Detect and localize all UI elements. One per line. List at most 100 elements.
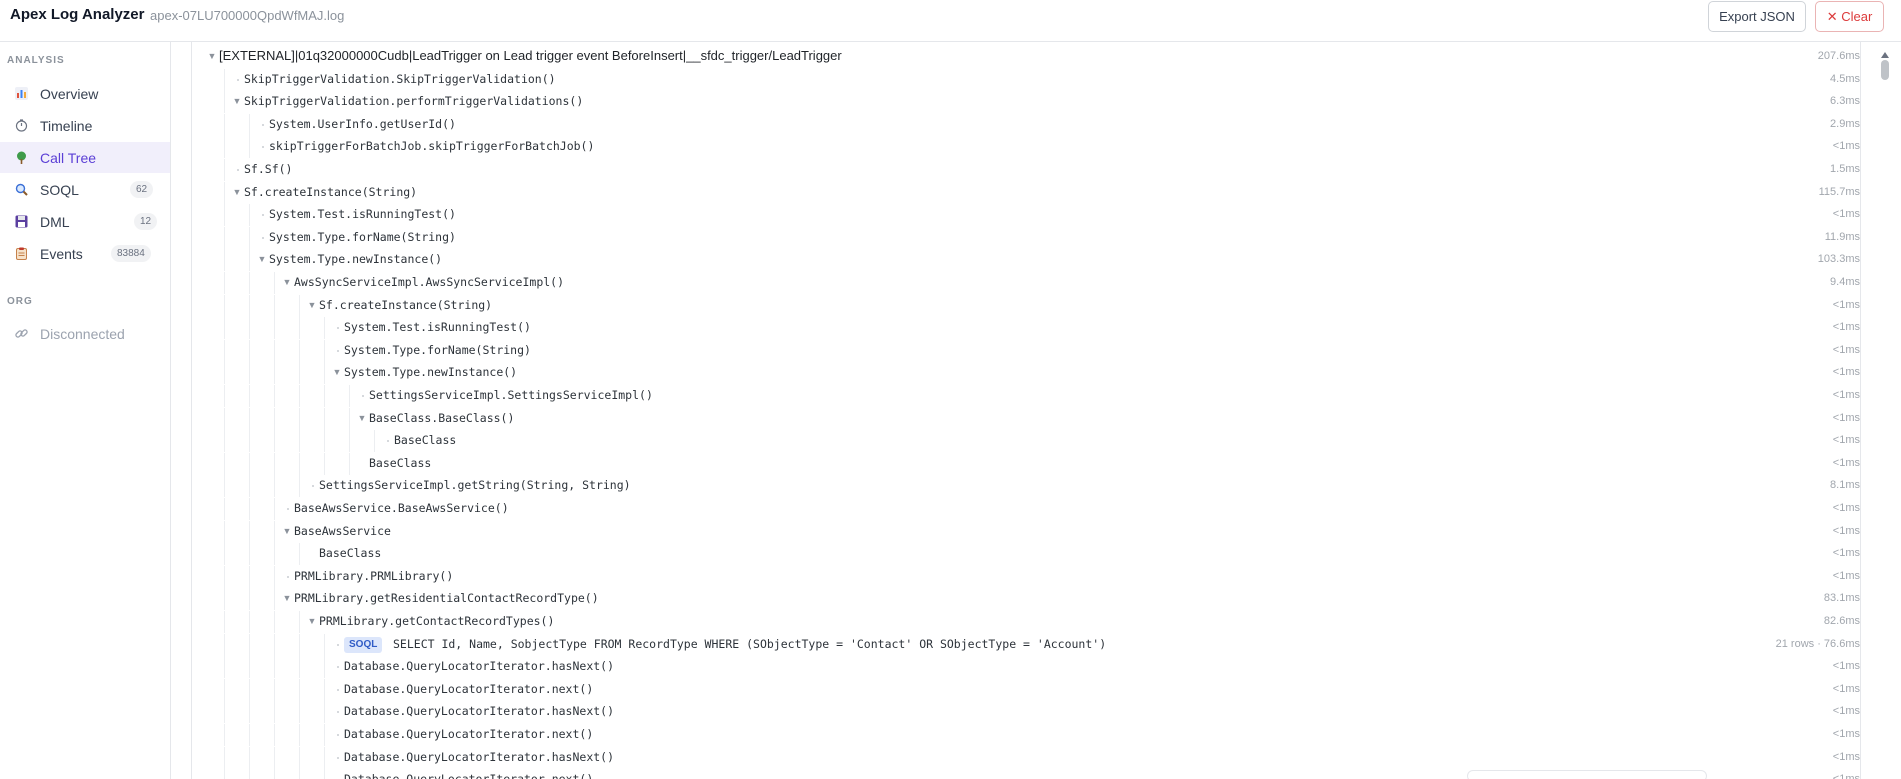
chevron-down-icon[interactable]: ▼ <box>356 412 368 424</box>
tree-row[interactable]: ▼ Sf.createInstance(String) <1ms <box>192 294 1860 317</box>
tree-row[interactable]: ▼ BaseAwsService <1ms <box>192 520 1860 543</box>
tree-row[interactable]: SettingsServiceImpl.SettingsServiceImpl(… <box>192 385 1860 407</box>
sidebar-item-timeline[interactable]: Timeline <box>0 110 170 141</box>
tree-row[interactable]: BaseClass <1ms <box>192 543 1860 566</box>
tree-guide-line <box>349 452 350 475</box>
tree-guide-line <box>324 430 325 453</box>
chevron-down-icon[interactable]: ▼ <box>231 95 243 107</box>
tree-row[interactable]: Database.QueryLocatorIterator.hasNext() <… <box>192 746 1860 769</box>
chevron-down-icon[interactable]: ▼ <box>281 525 293 537</box>
duration: 83.1ms <box>1823 592 1860 605</box>
sidebar-item-label: Call Tree <box>40 149 97 166</box>
tree-guide-line <box>299 746 300 769</box>
duration: <1ms <box>1832 389 1860 401</box>
tree-row[interactable]: ▼ System.Type.newInstance() <1ms <box>192 362 1860 385</box>
duration: 11.9ms <box>1824 230 1860 243</box>
tree-row[interactable]: ▼ AwsSyncServiceImpl.AwsSyncServiceImpl()… <box>192 272 1860 294</box>
tree-row[interactable]: System.Test.isRunningTest() <1ms <box>192 204 1860 227</box>
tree-row[interactable]: Sf.Sf() 1.5ms <box>192 159 1860 181</box>
duration: 82.6ms <box>1823 615 1860 627</box>
tree-row[interactable]: SkipTriggerValidation.SkipTriggerValidat… <box>192 68 1860 91</box>
tree-row[interactable]: Database.QueryLocatorIterator.hasNext() <… <box>192 656 1860 679</box>
sidebar-item-overview[interactable]: Overview <box>0 78 170 109</box>
chevron-down-icon[interactable]: ▼ <box>281 592 293 604</box>
tree-guide-line <box>224 294 225 317</box>
chevron-down-icon[interactable]: ▼ <box>231 186 243 198</box>
tree-row[interactable]: ▼ [EXTERNAL]|01q32000000Cudb|LeadTrigger … <box>192 46 1860 68</box>
sidebar-item-dml[interactable]: DML 12 <box>0 206 170 237</box>
tree-guide-line <box>224 407 225 430</box>
tree-guide-line <box>224 565 225 588</box>
tree-row[interactable]: ▼ SkipTriggerValidation.performTriggerVal… <box>192 91 1860 114</box>
tree-row[interactable]: System.UserInfo.getUserId() 2.9ms <box>192 113 1860 136</box>
duration: <1ms <box>1832 140 1860 153</box>
tree-guide-line <box>224 724 225 746</box>
tree-row[interactable]: System.Type.forName(String) <1ms <box>192 339 1860 362</box>
tree-guide-line <box>224 226 225 249</box>
scrollbar-thumb[interactable] <box>1881 60 1889 80</box>
tree-guide-line <box>249 317 250 340</box>
tree-guide-line <box>324 701 325 724</box>
tree-guide-line <box>249 656 250 679</box>
tree-guide-line <box>299 385 300 407</box>
clear-button[interactable]: ✕ Clear <box>1815 1 1884 32</box>
export-json-button[interactable]: Export JSON <box>1708 1 1806 32</box>
link-icon <box>14 327 28 341</box>
tree-row[interactable]: BaseClass <1ms <box>192 430 1860 453</box>
tree-row[interactable]: System.Test.isRunningTest() <1ms <box>192 317 1860 340</box>
tree-row[interactable]: SettingsServiceImpl.getString(String, St… <box>192 475 1860 498</box>
tree-row[interactable]: BaseClass <1ms <box>192 452 1860 475</box>
tree-icon <box>14 151 28 165</box>
chevron-down-icon[interactable]: ▼ <box>256 253 268 265</box>
duration: <1ms <box>1832 728 1860 740</box>
tree-row[interactable]: ▼ System.Type.newInstance() 103.3ms <box>192 249 1860 272</box>
sidebar-item-events[interactable]: Events 83884 <box>0 238 170 269</box>
leaf-dot-icon <box>362 395 364 397</box>
sidebar-item-label: Timeline <box>40 117 93 134</box>
scroll-up-arrow[interactable] <box>1880 46 1890 58</box>
tree-row[interactable]: BaseAwsService.BaseAwsService() <1ms <box>192 498 1860 520</box>
chevron-down-icon[interactable]: ▼ <box>281 276 293 288</box>
tree-guide-line <box>274 385 275 407</box>
chevron-down-icon[interactable]: ▼ <box>306 615 318 627</box>
tree-guide-line <box>249 565 250 588</box>
tree-row[interactable]: ▼ PRMLibrary.getResidentialContactRecordT… <box>192 588 1860 611</box>
tree-row[interactable]: SOQL SELECT Id, Name, SobjectType FROM Re… <box>192 633 1860 656</box>
tree-guide-line <box>249 113 250 136</box>
tree-row[interactable]: Database.QueryLocatorIterator.hasNext() <… <box>192 701 1860 724</box>
tree-guide-line <box>224 68 225 91</box>
tree-row[interactable]: skipTriggerForBatchJob.skipTriggerForBat… <box>192 136 1860 159</box>
duration: <1ms <box>1832 434 1860 447</box>
tree-guide-line <box>224 498 225 520</box>
tree-guide-line <box>324 385 325 407</box>
leaf-dot-icon <box>387 440 389 443</box>
tree-guide-line <box>224 701 225 724</box>
tree-row[interactable]: ▼ Sf.createInstance(String) 115.7ms <box>192 181 1860 204</box>
tree-guide-line <box>349 385 350 407</box>
tree-row[interactable]: ▼ PRMLibrary.getContactRecordTypes() 82.6m… <box>192 611 1860 633</box>
tree-row[interactable]: System.Type.forName(String) 11.9ms <box>192 226 1860 249</box>
tree-guide-line <box>249 226 250 249</box>
tree-guide-line <box>299 678 300 701</box>
chevron-down-icon[interactable]: ▼ <box>331 366 343 378</box>
chart-icon <box>14 86 28 101</box>
tree-guide-line <box>249 452 250 475</box>
method-name: System.Type.newInstance() <box>269 252 443 267</box>
duration: <1ms <box>1833 773 1860 779</box>
tree-row[interactable]: Database.QueryLocatorIterator.next() <1ms <box>192 724 1860 746</box>
tree-row[interactable]: Database.QueryLocatorIterator.next() <1ms <box>192 678 1860 701</box>
analysis-section-label: ANALYSIS <box>7 55 65 66</box>
tree-guide-line <box>224 678 225 701</box>
method-name: PRMLibrary.getResidentialContactRecordTy… <box>294 591 599 606</box>
sidebar-item-disconnected[interactable]: Disconnected <box>0 318 170 349</box>
method-name: SettingsServiceImpl.getString(String, St… <box>319 478 631 493</box>
tree-guide-line <box>274 475 275 498</box>
tree-row[interactable]: ▼ BaseClass.BaseClass() <1ms <box>192 407 1860 430</box>
sidebar-item-call-tree[interactable]: Call Tree <box>0 142 170 173</box>
chevron-down-icon[interactable]: ▼ <box>206 50 218 62</box>
tree-guide-line <box>224 113 225 136</box>
tree-guide-line <box>274 611 275 633</box>
sidebar-item-soql[interactable]: SOQL 62 <box>0 174 170 205</box>
tree-row[interactable]: PRMLibrary.PRMLibrary() <1ms <box>192 565 1860 588</box>
chevron-down-icon[interactable]: ▼ <box>306 299 318 311</box>
